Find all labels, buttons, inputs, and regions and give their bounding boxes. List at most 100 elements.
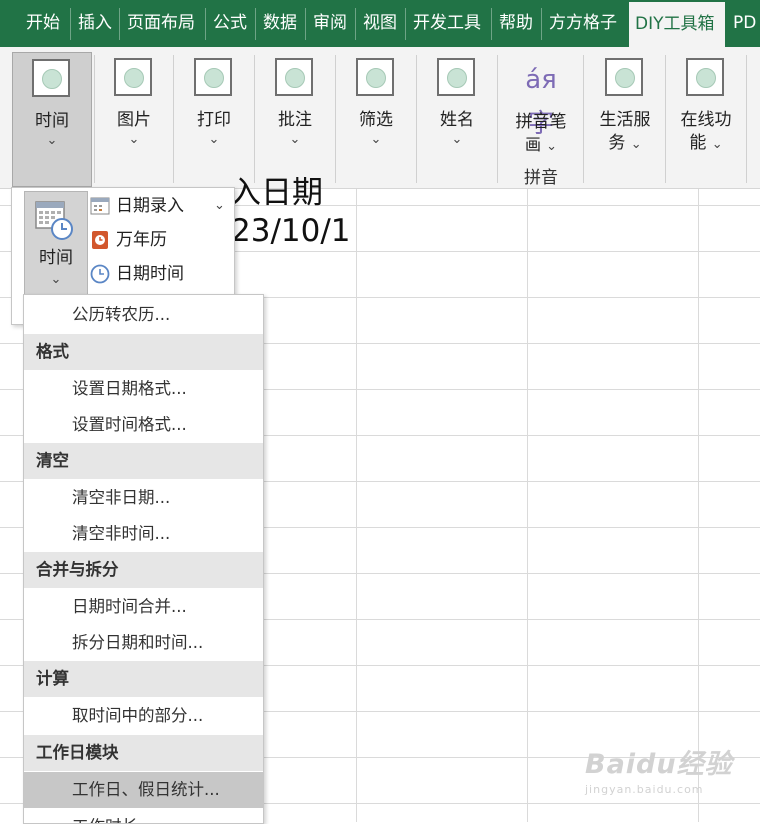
tab-data[interactable]: 数据: [263, 0, 297, 47]
tab-view[interactable]: 视图: [363, 0, 397, 47]
tab-formulas[interactable]: 公式: [213, 0, 247, 47]
group-separator: [416, 55, 417, 183]
comment-placeholder-icon: [275, 58, 313, 96]
tab-fangfang-gezi[interactable]: 方方格子: [549, 0, 617, 47]
date-entry-button[interactable]: 日期录入 ⌄: [90, 191, 230, 221]
menu-item-split-datetime[interactable]: 拆分日期和时间...: [24, 625, 263, 661]
online-functions-placeholder-icon: [686, 58, 724, 96]
print-button[interactable]: 打印 ⌄: [178, 52, 250, 185]
group-separator: [335, 55, 336, 183]
print-placeholder-icon: [194, 58, 232, 96]
menu-item-label: 取时间中的部分...: [72, 706, 204, 725]
time-split-button[interactable]: 时间 ⌄: [24, 191, 88, 296]
picture-button[interactable]: 图片 ⌄: [98, 52, 170, 185]
group-separator: [665, 55, 666, 183]
menu-item-label: 工作日、假日统计...: [72, 780, 220, 799]
menu-section-calc: 计算: [24, 661, 263, 697]
menu-item-clear-non-time[interactable]: 清空非时间...: [24, 516, 263, 552]
menu-item-label: 拆分日期和时间...: [72, 633, 204, 652]
chevron-down-icon: ⌄: [711, 137, 723, 152]
ribbon-panel: 时间 ⌄ 图片 ⌄ 打印 ⌄ 批注 ⌄ 筛选 ⌄ 姓名 ⌄ áя字 拼音笔 画 …: [0, 47, 760, 189]
tab-separator: [405, 8, 406, 40]
menu-item-label: 清空非日期...: [72, 488, 171, 507]
group-separator: [497, 55, 498, 183]
name-button[interactable]: 姓名 ⌄: [421, 52, 493, 185]
filter-button[interactable]: 筛选 ⌄: [340, 52, 412, 185]
name-label: 姓名: [440, 110, 474, 130]
online-functions-label-line1: 在线功: [680, 110, 732, 130]
menu-item-label: 设置时间格式...: [72, 415, 187, 434]
menu-item-label: 日期时间合并...: [72, 597, 187, 616]
chevron-down-icon: ⌄: [546, 139, 557, 154]
online-functions-button[interactable]: 在线功 能 ⌄: [669, 52, 743, 185]
tab-diy-toolbox[interactable]: DIY工具箱: [629, 2, 725, 47]
menu-section-workday: 工作日模块: [24, 735, 263, 771]
tab-developer[interactable]: 开发工具: [413, 0, 481, 47]
picture-placeholder-icon: [114, 58, 152, 96]
pinyin-label-line2: 画: [524, 135, 541, 154]
chevron-down-icon: ⌄: [128, 132, 140, 147]
date-time-label: 日期时间: [116, 264, 184, 284]
menu-item-set-time-format[interactable]: 设置时间格式...: [24, 407, 263, 443]
pinyin-strokes-button[interactable]: áя字 拼音笔 画 ⌄: [503, 52, 579, 164]
chevron-down-icon: ⌄: [208, 132, 220, 147]
menu-section-merge-split: 合并与拆分: [24, 552, 263, 588]
pinyin-group-label: 拼音: [524, 168, 558, 188]
group-separator: [746, 55, 747, 183]
menu-item-label: 清空非时间...: [72, 524, 171, 543]
group-separator: [94, 55, 95, 183]
cell-header-partial: 入日期: [230, 175, 323, 211]
menu-item-label: 设置日期格式...: [72, 379, 187, 398]
menu-item-clear-non-date[interactable]: 清空非日期...: [24, 480, 263, 516]
tab-separator: [541, 8, 542, 40]
baidu-jingyan-watermark: Baidu经验 jingyan.baidu.com: [585, 742, 733, 796]
tab-separator: [305, 8, 306, 40]
group-separator: [173, 55, 174, 183]
date-entry-icon: [90, 197, 110, 215]
menu-section-format: 格式: [24, 334, 263, 370]
chevron-down-icon: ⌄: [370, 132, 382, 147]
tab-page-layout[interactable]: 页面布局: [127, 0, 195, 47]
tab-help[interactable]: 帮助: [499, 0, 533, 47]
tab-pdf[interactable]: PD: [733, 0, 756, 47]
tab-review[interactable]: 审阅: [313, 0, 347, 47]
comment-button[interactable]: 批注 ⌄: [259, 52, 331, 185]
life-services-label-line2: 务: [608, 133, 626, 153]
tab-separator: [205, 8, 206, 40]
chevron-down-icon: ⌄: [289, 132, 301, 147]
life-services-placeholder-icon: [605, 58, 643, 96]
tab-home[interactable]: 开始: [26, 0, 60, 47]
name-placeholder-icon: [437, 58, 475, 96]
calendar-clock-icon: [35, 201, 73, 240]
chevron-down-icon: ⌄: [50, 272, 62, 287]
date-time-button[interactable]: 日期时间: [90, 259, 210, 289]
menu-item-solar-to-lunar[interactable]: 公历转农历...: [24, 297, 263, 333]
menu-section-label: 工作日模块: [36, 743, 119, 762]
tab-separator: [255, 8, 256, 40]
menu-item-label: 公历转农历...: [72, 305, 171, 324]
tab-separator: [355, 8, 356, 40]
tab-insert[interactable]: 插入: [78, 0, 112, 47]
pinyin-label-line2-wrap: 画 ⌄: [503, 134, 579, 158]
pinyin-icon: áя字: [525, 65, 557, 139]
life-services-label-line1: 生活服: [599, 110, 651, 130]
cell-date-partial: 23/10/1: [231, 213, 351, 249]
chevron-down-icon: ⌄: [630, 137, 642, 152]
life-services-button[interactable]: 生活服 务 ⌄: [588, 52, 662, 185]
menu-item-set-date-format[interactable]: 设置日期格式...: [24, 371, 263, 407]
watermark-url: jingyan.baidu.com: [585, 783, 704, 796]
perpetual-calendar-button[interactable]: 万年历: [90, 225, 200, 255]
online-functions-label-line2-wrap: 能 ⌄: [669, 132, 743, 156]
group-separator: [254, 55, 255, 183]
tab-separator: [119, 8, 120, 40]
watermark-brand: Baidu经验: [585, 749, 733, 780]
date-entry-label: 日期录入: [116, 196, 184, 216]
menu-item-workday-stats[interactable]: 工作日、假日统计...: [24, 772, 263, 808]
time-button[interactable]: 时间 ⌄: [12, 52, 92, 187]
pinyin-label-line1: 拼音笔: [515, 112, 567, 132]
ribbon-tab-bar: 开始 插入 页面布局 公式 数据 审阅 视图 开发工具 帮助 方方格子 DIY工…: [0, 0, 760, 47]
chevron-down-icon: ⌄: [214, 198, 225, 213]
menu-item-extract-time-part[interactable]: 取时间中的部分...: [24, 698, 263, 734]
menu-item-merge-datetime[interactable]: 日期时间合并...: [24, 589, 263, 625]
time-label: 时间: [35, 111, 69, 131]
